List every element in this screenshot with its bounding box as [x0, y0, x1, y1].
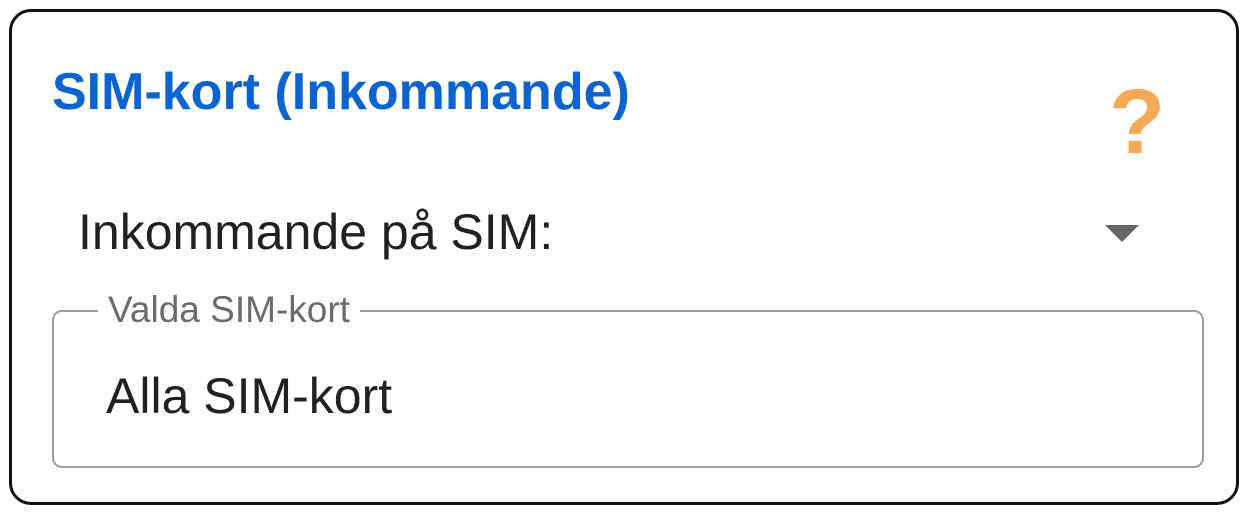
field-value: Alla SIM-kort: [106, 368, 393, 424]
question-mark-icon[interactable]: ?: [1102, 74, 1172, 170]
selected-sim-cards-field[interactable]: Valda SIM-kort Alla SIM-kort: [52, 288, 1204, 468]
panel-title: SIM-kort (Inkommande): [52, 63, 630, 121]
incoming-sim-dropdown[interactable]: Inkommande på SIM:: [52, 192, 1162, 282]
dropdown-label: Inkommande på SIM:: [78, 204, 554, 260]
sim-card-incoming-panel: SIM-kort (Inkommande) ? Inkommande på SI…: [9, 9, 1239, 505]
triangle-down-icon: [1105, 225, 1139, 242]
field-legend: Valda SIM-kort: [98, 288, 360, 332]
